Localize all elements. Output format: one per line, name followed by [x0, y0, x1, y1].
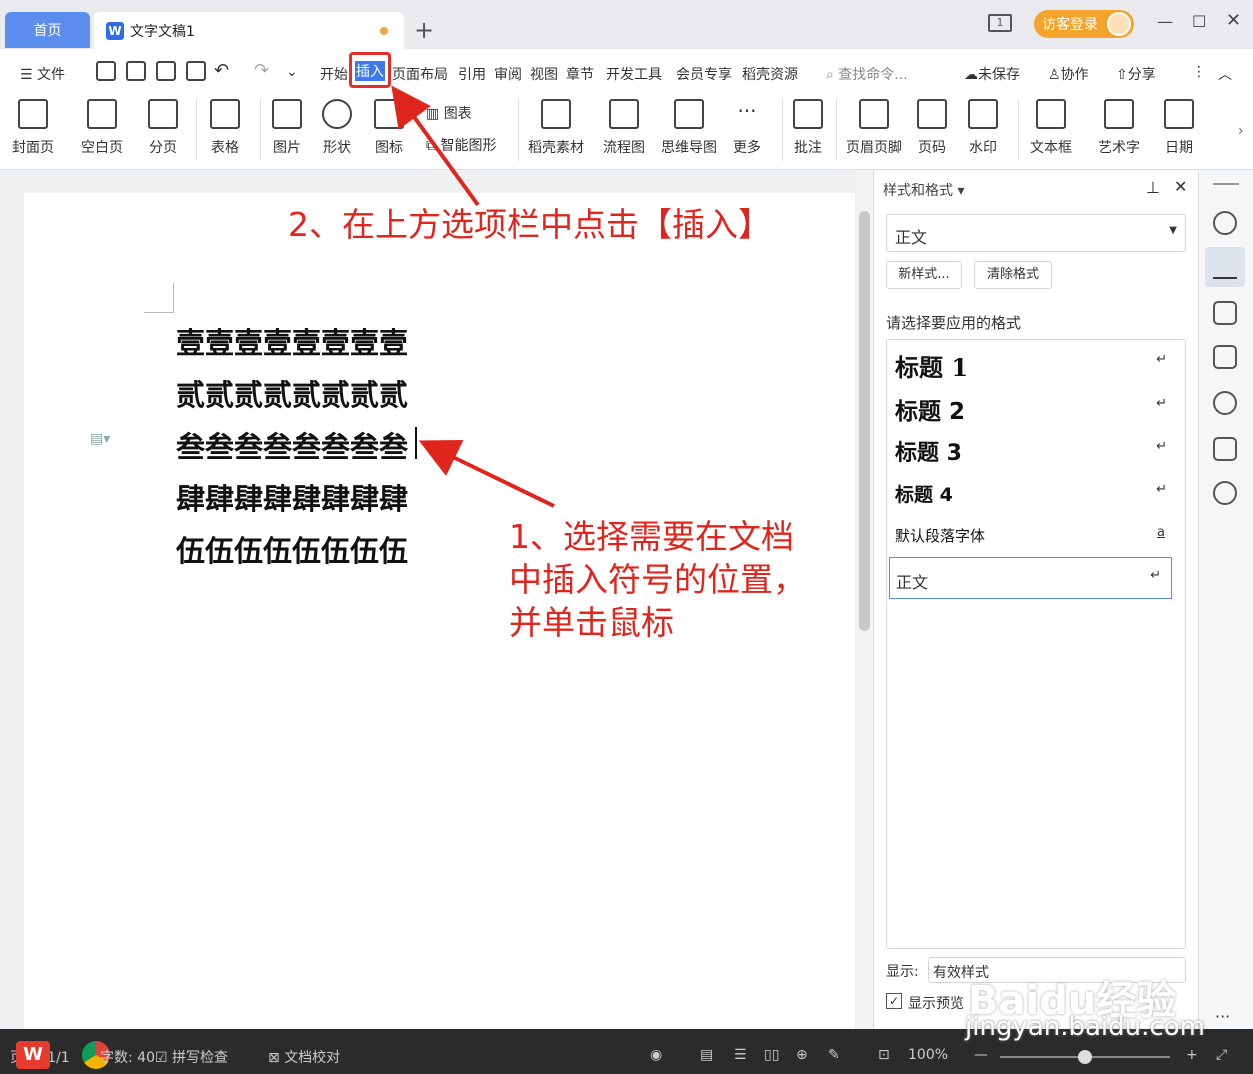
preview-checkbox[interactable]: ✓ — [886, 993, 902, 1009]
style-normal[interactable]: 正文 ↵ — [889, 557, 1172, 599]
zoom-in-icon[interactable]: + — [1186, 1047, 1198, 1063]
arrow-to-insert-tab — [391, 85, 480, 207]
page-view-icon[interactable]: ▤ — [700, 1047, 713, 1063]
style-heading-2[interactable]: 标题 2 — [895, 392, 965, 426]
write-view-icon[interactable]: ✎ — [828, 1047, 840, 1063]
eye-icon[interactable]: ◉ — [650, 1047, 662, 1063]
zoom-level[interactable]: 100% — [908, 1047, 948, 1063]
rocket-icon[interactable] — [1213, 211, 1237, 235]
style-heading-4[interactable]: 标题 4 — [895, 480, 953, 507]
wps-logo-icon[interactable]: W — [16, 1041, 50, 1069]
pen-icon — [1213, 255, 1237, 279]
zoom-slider[interactable] — [1000, 1050, 1170, 1064]
baidu-watermark-url: jingyan.baidu.com — [965, 1012, 1205, 1042]
pin-icon[interactable]: ⊥ — [1146, 178, 1160, 197]
read-view-icon[interactable]: ▯▯ — [764, 1047, 779, 1063]
fullscreen-icon[interactable]: ⤢ — [1216, 1047, 1227, 1063]
outline-view-icon[interactable]: ☰ — [734, 1047, 747, 1063]
style-heading-1[interactable]: 标题 1 — [895, 348, 968, 383]
style-list: 标题 1 ↵ 标题 2 ↵ 标题 3 ↵ 标题 4 ↵ 默认段落字体 a 正文 … — [886, 339, 1186, 949]
checkbox-icon: ☑ — [155, 1050, 168, 1066]
panel-title-text: 样式和格式 — [883, 183, 953, 199]
style-default-font[interactable]: 默认段落字体 — [895, 525, 985, 546]
spell-check[interactable]: ☑ 拼写检查 — [155, 1047, 228, 1067]
proof-icon: ⊠ — [268, 1050, 280, 1066]
cursor-icon[interactable] — [1213, 301, 1237, 325]
word-count[interactable]: 字数: 40 — [100, 1047, 155, 1067]
sliders-icon[interactable] — [1213, 345, 1237, 369]
scroll-thumb[interactable] — [859, 211, 870, 631]
show-label: 显示: — [886, 964, 919, 980]
right-toolbar: ··· — [1198, 171, 1253, 1029]
lightning-icon[interactable] — [1213, 481, 1237, 505]
styles-panel: 样式和格式 ▾ ⊥ ✕ 正文 ▼ 新样式... 清除格式 请选择要应用的格式 标… — [873, 171, 1198, 1029]
store-icon[interactable] — [1213, 437, 1237, 461]
preview-label: 显示预览 — [908, 996, 964, 1012]
panel-title[interactable]: 样式和格式 ▾ — [883, 180, 964, 200]
style-heading-3[interactable]: 标题 3 — [895, 435, 962, 467]
arrow-to-cursor — [418, 439, 555, 508]
return-icon: ↵ — [1150, 568, 1161, 583]
return-icon: ↵ — [1156, 439, 1167, 454]
zoom-handle[interactable] — [1078, 1050, 1092, 1064]
fit-icon[interactable]: ⊡ — [878, 1047, 890, 1063]
zoom-out-icon[interactable]: — — [974, 1047, 988, 1063]
doc-proof[interactable]: ⊠ 文档校对 — [268, 1047, 340, 1067]
doc-proof-label: 文档校对 — [284, 1050, 341, 1066]
return-icon: ↵ — [1156, 482, 1167, 497]
apply-format-label: 请选择要应用的格式 — [886, 314, 1022, 332]
return-icon: ↵ — [1156, 352, 1167, 367]
style-pen-button[interactable] — [1205, 247, 1245, 287]
return-icon: ↵ — [1156, 396, 1167, 411]
char-style-icon: a — [1157, 525, 1165, 540]
spell-check-label: 拼写检查 — [172, 1050, 229, 1066]
new-style-button[interactable]: 新样式... — [886, 261, 962, 289]
clear-format-button[interactable]: 清除格式 — [974, 261, 1052, 289]
help-icon[interactable] — [1213, 391, 1237, 415]
web-view-icon[interactable]: ⊕ — [796, 1047, 808, 1063]
style-normal-label: 正文 — [896, 573, 929, 592]
chevron-down-icon: ▼ — [1169, 225, 1177, 236]
panel-close-icon[interactable]: ✕ — [1174, 177, 1187, 196]
document-scrollbar[interactable] — [856, 171, 873, 1029]
current-style-value: 正文 — [895, 228, 928, 247]
current-style-select[interactable]: 正文 ▼ — [886, 214, 1186, 252]
toolbar-divider — [1213, 183, 1239, 185]
more-options-icon[interactable]: ··· — [1215, 1007, 1230, 1026]
